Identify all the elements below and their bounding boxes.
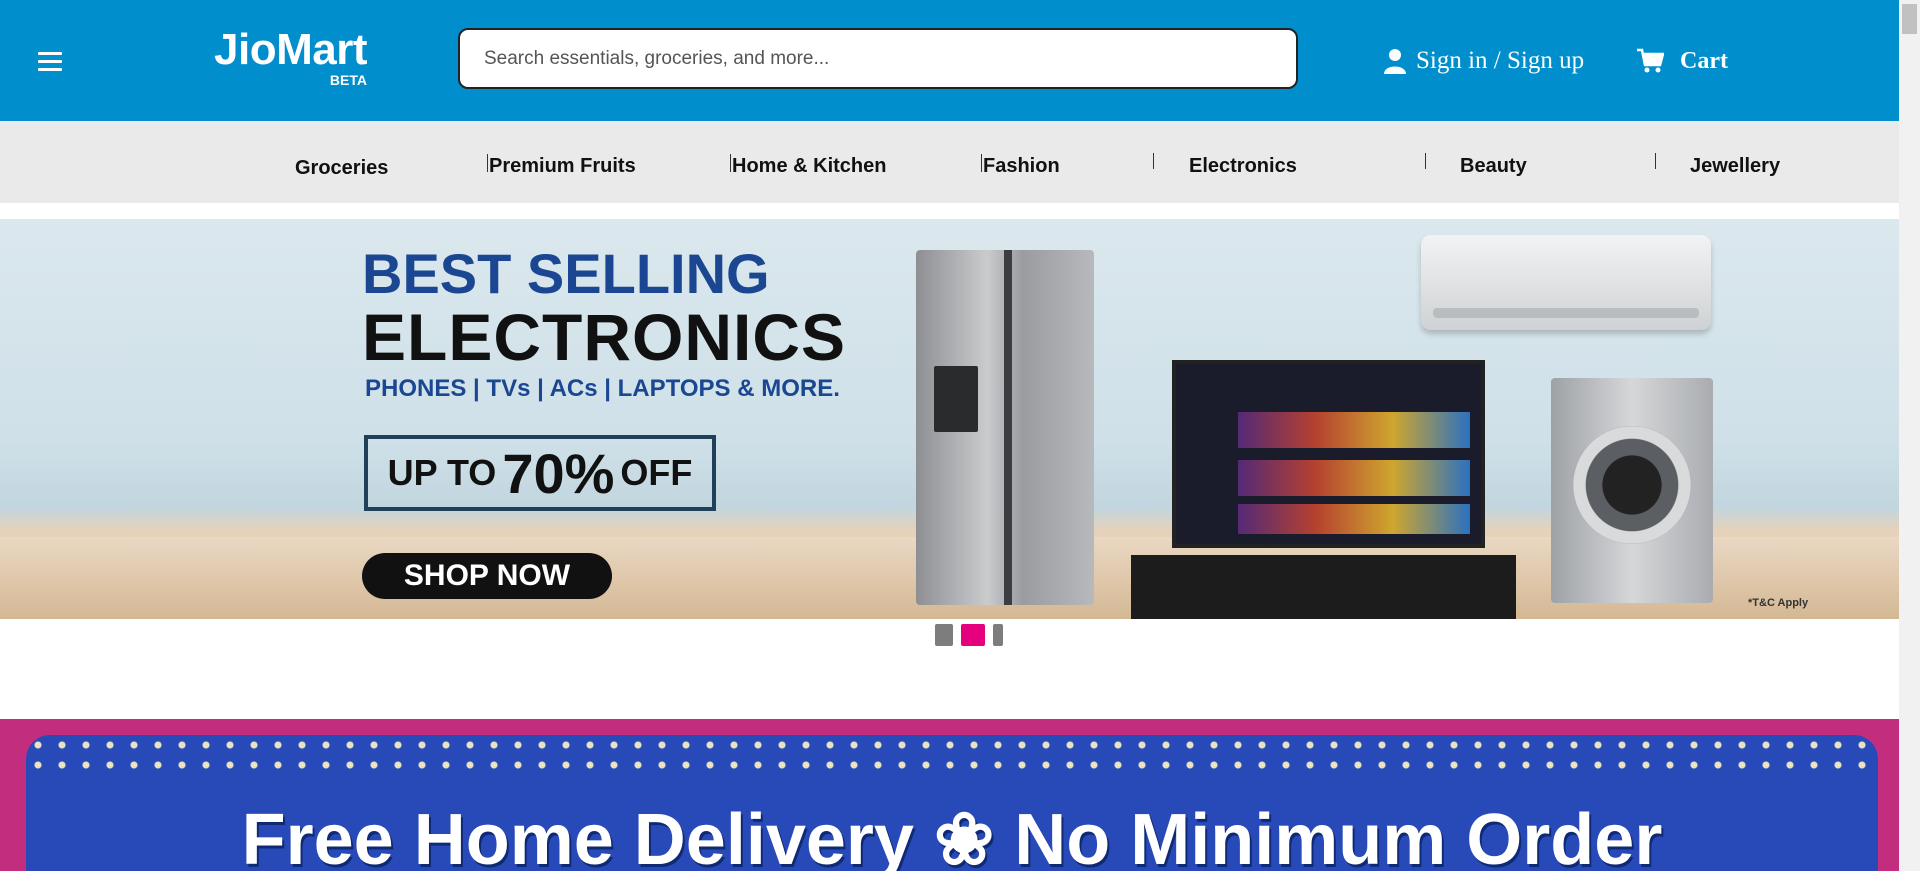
air-conditioner-image xyxy=(1421,235,1711,330)
offer-prefix: UP TO xyxy=(387,452,497,493)
hamburger-menu-icon[interactable] xyxy=(38,52,62,72)
nav-divider xyxy=(1655,153,1656,169)
user-icon xyxy=(1384,49,1406,74)
category-beauty[interactable]: Beauty xyxy=(1460,155,1527,178)
scrollbar-thumb[interactable] xyxy=(1902,4,1917,34)
nav-divider xyxy=(487,154,488,172)
category-jewellery[interactable]: Jewellery xyxy=(1690,155,1780,178)
banner-heading-main: ELECTRONICS xyxy=(362,300,847,374)
nav-divider xyxy=(1153,153,1154,169)
promo-inner-panel: Free Home Delivery ❀ No Minimum Order xyxy=(26,735,1878,871)
promo-banner[interactable]: Free Home Delivery ❀ No Minimum Order xyxy=(0,719,1899,871)
page-scrollbar[interactable] xyxy=(1899,0,1920,871)
banner-offer-box: UP TO 70% OFF xyxy=(364,435,716,511)
cart-link[interactable]: Cart xyxy=(1636,44,1728,78)
television-image xyxy=(1172,360,1485,548)
cart-label: Cart xyxy=(1680,47,1728,74)
carousel-dot-2[interactable] xyxy=(961,624,985,646)
page: JioMart BETA Sign in / Sign up Cart Groc… xyxy=(0,0,1899,871)
tv-stand-image xyxy=(1131,555,1516,619)
offer-suffix: OFF xyxy=(620,452,693,493)
terms-note: *T&C Apply xyxy=(1748,597,1809,609)
category-premium-fruits[interactable]: Premium Fruits xyxy=(489,155,636,178)
refrigerator-image xyxy=(916,250,1094,605)
signin-label: Sign in / Sign up xyxy=(1416,47,1585,74)
nav-divider xyxy=(981,154,982,172)
banner-heading-top: BEST SELLING xyxy=(362,242,770,305)
carousel-dot-3[interactable] xyxy=(993,624,1003,646)
nav-divider xyxy=(1425,153,1426,169)
washing-machine-image xyxy=(1551,378,1713,603)
search-input[interactable] xyxy=(482,46,1296,71)
category-electronics[interactable]: Electronics xyxy=(1189,155,1297,178)
category-fashion[interactable]: Fashion xyxy=(983,155,1060,178)
signin-link[interactable]: Sign in / Sign up xyxy=(1384,44,1584,78)
category-nav: Groceries Premium Fruits Home & Kitchen … xyxy=(0,121,1899,203)
category-groceries[interactable]: Groceries xyxy=(295,157,388,180)
promo-text: Free Home Delivery ❀ No Minimum Order xyxy=(241,800,1663,871)
carousel-indicators xyxy=(935,624,1011,646)
shop-now-button[interactable]: SHOP NOW xyxy=(362,553,612,599)
search-bar xyxy=(458,28,1298,89)
nav-divider xyxy=(730,154,731,172)
logo-beta-tag: BETA xyxy=(329,72,367,88)
top-header: JioMart BETA Sign in / Sign up Cart xyxy=(0,0,1899,121)
hero-banner[interactable]: BEST SELLING ELECTRONICS PHONES | TVs | … xyxy=(0,219,1899,619)
category-home-kitchen[interactable]: Home & Kitchen xyxy=(732,155,886,178)
offer-value: 70% xyxy=(502,441,615,505)
cart-icon xyxy=(1637,48,1664,73)
carousel-dot-1[interactable] xyxy=(935,624,953,646)
logo-text: JioMart xyxy=(214,25,367,74)
banner-subheading: PHONES | TVs | ACs | LAPTOPS & MORE. xyxy=(365,375,840,402)
jiomart-logo[interactable]: JioMart BETA xyxy=(214,25,367,89)
festive-lights xyxy=(26,735,1878,775)
